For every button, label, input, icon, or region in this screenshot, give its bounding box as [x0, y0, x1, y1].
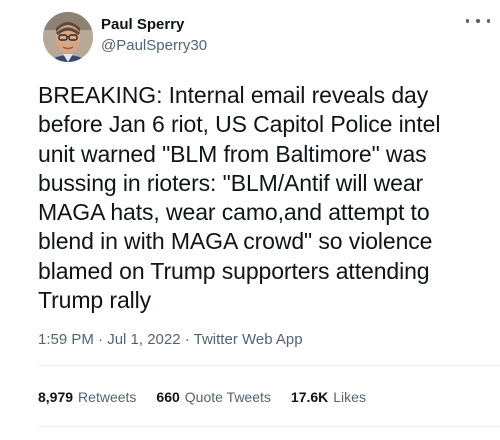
divider	[38, 426, 500, 427]
likes-stat[interactable]: 17.6K Likes	[291, 389, 366, 405]
likes-label: Likes	[333, 389, 366, 405]
tweet-text: BREAKING: Internal email reveals day bef…	[38, 82, 441, 314]
author-handle[interactable]: @PaulSperry30	[101, 37, 207, 54]
quote-tweets-label: Quote Tweets	[184, 389, 271, 405]
divider	[38, 365, 500, 366]
avatar[interactable]	[43, 12, 93, 62]
quote-tweets-count: 660	[156, 389, 180, 405]
likes-count: 17.6K	[290, 389, 329, 405]
tweet-stats: 8,979 Retweets 660 Quote Tweets 17.6K Li…	[38, 389, 386, 405]
quote-tweets-stat[interactable]: 660 Quote Tweets	[156, 389, 271, 405]
retweets-stat[interactable]: 8,979 Retweets	[38, 389, 136, 405]
profile-photo-icon	[43, 12, 93, 62]
more-options-icon[interactable]	[466, 14, 490, 28]
tweet-card: Paul Sperry @PaulSperry30 BREAKING: Inte…	[0, 0, 500, 440]
tweet-timestamp-source[interactable]: 1:59 PM · Jul 1, 2022 · Twitter Web App	[38, 331, 303, 348]
retweets-count: 8,979	[38, 389, 74, 405]
retweets-label: Retweets	[78, 389, 137, 405]
author-display-name[interactable]: Paul Sperry	[101, 16, 184, 33]
